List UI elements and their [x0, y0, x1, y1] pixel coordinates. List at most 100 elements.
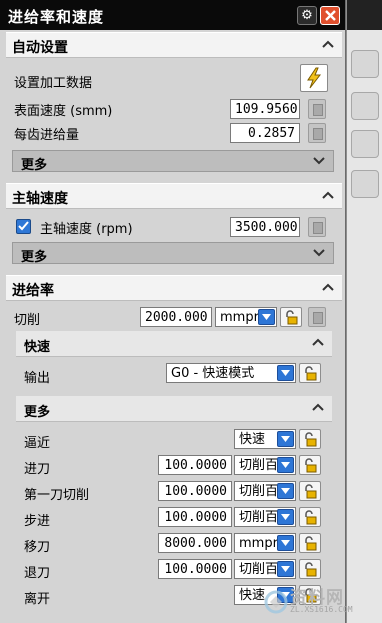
approach-unit-select[interactable]: 快速	[234, 429, 296, 449]
set-machining-data-label: 设置加工数据	[14, 76, 93, 91]
subsection-more-header[interactable]: 更多	[16, 396, 332, 422]
retract-feed-field[interactable]: 100.0000	[158, 559, 232, 579]
approach-unit-value: 快速	[239, 432, 266, 447]
feed-row-label-stepover: 步进	[24, 514, 51, 529]
stepover-unit-value: 切削百	[239, 510, 279, 525]
cut-feed-unit-select[interactable]: mmpr	[215, 307, 277, 327]
background-topbar	[347, 0, 382, 30]
feed-row-label-first-cut: 第一刀切削	[24, 488, 90, 503]
chevron-down-icon	[313, 157, 325, 165]
background-tool-icon[interactable]	[351, 92, 379, 120]
background-toolbar	[346, 0, 382, 623]
chevron-down-icon	[277, 535, 294, 551]
chevron-down-icon	[277, 365, 294, 381]
stepover-lock-button[interactable]	[299, 507, 321, 527]
more-label: 更多	[21, 250, 48, 265]
first-cut-lock-button[interactable]	[299, 481, 321, 501]
feed-row-label-approach: 逼近	[24, 436, 51, 451]
auto-settings-more-bar[interactable]: 更多	[12, 150, 334, 173]
rapid-output-value: G0 - 快速模式	[171, 366, 255, 381]
section-feed-rate-title: 进给率	[12, 283, 54, 299]
engage-unit-value: 切削百	[239, 458, 279, 473]
feed-row-label-retract: 退刀	[24, 566, 51, 581]
traverse-unit-select[interactable]: mmpr	[234, 533, 296, 553]
cut-feed-field[interactable]: 2000.000	[140, 307, 212, 327]
background-tool-icon[interactable]	[351, 170, 379, 198]
stepover-feed-field[interactable]: 100.0000	[158, 507, 232, 527]
traverse-feed-field[interactable]: 8000.000	[158, 533, 232, 553]
spindle-speed-field[interactable]: 3500.000	[230, 217, 300, 237]
title-bar: 进给率和速度 ⚙	[0, 0, 345, 30]
first-cut-unit-value: 切削百	[239, 484, 279, 499]
first-cut-feed-field[interactable]: 100.0000	[158, 481, 232, 501]
spindle-more-bar[interactable]: 更多	[12, 242, 334, 265]
engage-feed-field[interactable]: 100.0000	[158, 455, 232, 475]
retract-lock-button[interactable]	[299, 559, 321, 579]
subsection-more-title: 更多	[24, 405, 51, 420]
close-icon[interactable]	[320, 6, 340, 25]
surface-speed-field[interactable]: 109.9560	[230, 99, 300, 119]
stepover-unit-select[interactable]: 切削百	[234, 507, 296, 527]
rapid-output-select[interactable]: G0 - 快速模式	[166, 363, 296, 383]
lightning-icon	[307, 67, 322, 89]
rapid-output-label: 输出	[24, 371, 51, 386]
rapid-output-lock-button[interactable]	[299, 363, 321, 383]
chevron-down-icon	[313, 249, 325, 257]
feed-per-tooth-label: 每齿进给量	[14, 128, 80, 143]
surface-speed-label: 表面速度 (smm)	[14, 104, 113, 119]
section-spindle-speed-title: 主轴速度	[12, 191, 68, 207]
section-feed-rate-header[interactable]: 进给率	[6, 275, 342, 301]
chevron-up-icon	[312, 403, 324, 411]
first-cut-unit-select[interactable]: 切削百	[234, 481, 296, 501]
cut-feed-lock-button[interactable]	[280, 307, 302, 327]
feed-per-tooth-field[interactable]: 0.2857	[230, 123, 300, 143]
feed-row-label-engage: 进刀	[24, 462, 51, 477]
cut-feed-label: 切削	[14, 313, 41, 328]
traverse-unit-value: mmpr	[239, 536, 278, 551]
subsection-rapid-title: 快速	[24, 340, 51, 355]
chevron-down-icon	[277, 431, 294, 447]
approach-lock-button[interactable]	[299, 429, 321, 449]
section-auto-settings-title: 自动设置	[12, 40, 68, 56]
chevron-down-icon	[277, 457, 294, 473]
chevron-down-icon	[277, 509, 294, 525]
traverse-lock-button[interactable]	[299, 533, 321, 553]
background-tool-icon[interactable]	[351, 50, 379, 78]
lock-icon	[286, 310, 298, 325]
watermark-url: ZL.XS1616.COM	[290, 605, 353, 614]
gear-icon[interactable]: ⚙	[297, 6, 317, 25]
set-machining-data-button[interactable]	[300, 64, 328, 92]
chevron-down-icon	[277, 561, 294, 577]
chevron-up-icon	[322, 191, 334, 199]
spindle-speed-calc-button[interactable]	[308, 217, 326, 237]
engage-unit-select[interactable]: 切削百	[234, 455, 296, 475]
chevron-up-icon	[312, 338, 324, 346]
section-auto-settings-header[interactable]: 自动设置	[6, 32, 342, 58]
lock-icon	[305, 458, 317, 473]
surface-speed-calc-button[interactable]	[308, 99, 326, 119]
chevron-up-icon	[322, 40, 334, 48]
chevron-down-icon	[277, 483, 294, 499]
retract-unit-value: 切削百	[239, 562, 279, 577]
spindle-speed-label: 主轴速度 (rpm)	[40, 222, 133, 237]
section-spindle-speed-header[interactable]: 主轴速度	[6, 183, 342, 209]
lock-icon	[305, 366, 317, 381]
retract-unit-select[interactable]: 切削百	[234, 559, 296, 579]
app-window: 进给率和速度 ⚙ 自动设置 设置加工数据 表面速度 (smm) 109.9560…	[0, 0, 382, 623]
feed-per-tooth-calc-button[interactable]	[308, 123, 326, 143]
feed-row-label-departure: 离开	[24, 592, 51, 607]
engage-lock-button[interactable]	[299, 455, 321, 475]
more-label: 更多	[21, 158, 48, 173]
subsection-rapid-header[interactable]: 快速	[16, 331, 332, 357]
lock-icon	[305, 510, 317, 525]
spindle-speed-checkbox[interactable]	[16, 219, 31, 234]
feeds-speeds-dialog: 进给率和速度 ⚙ 自动设置 设置加工数据 表面速度 (smm) 109.9560…	[0, 0, 346, 623]
cut-feed-unit-value: mmpr	[220, 310, 259, 325]
background-tool-icon[interactable]	[351, 130, 379, 158]
lock-icon	[305, 562, 317, 577]
lock-icon	[305, 484, 317, 499]
cut-feed-calc-button[interactable]	[308, 307, 326, 327]
lock-icon	[305, 432, 317, 447]
chevron-up-icon	[322, 283, 334, 291]
lock-icon	[305, 536, 317, 551]
